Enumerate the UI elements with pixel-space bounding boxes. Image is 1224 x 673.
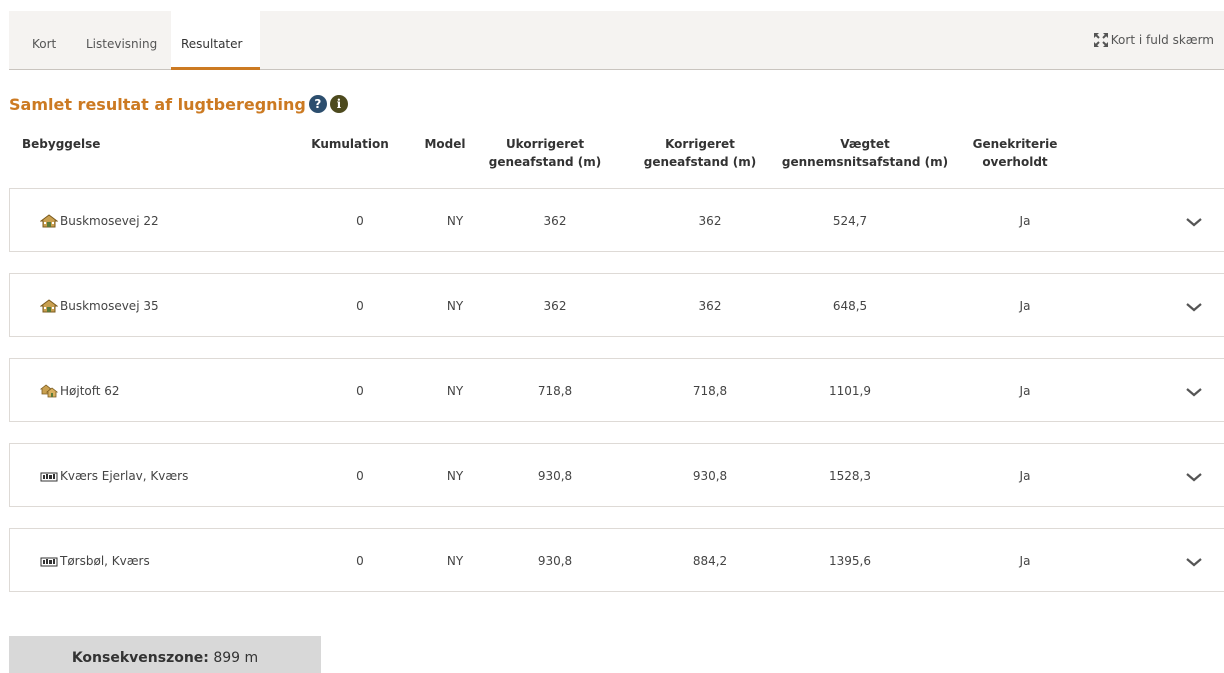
- row-name-cell: Højtoft 62: [40, 383, 120, 399]
- column-header-genekriterie: Genekriterie overholdt: [965, 135, 1065, 171]
- tab-kort[interactable]: Kort: [22, 11, 66, 69]
- table-row[interactable]: Kværs Ejerlav, Kværs 0 NY 930,8 930,8 15…: [9, 443, 1224, 507]
- table-row[interactable]: Tørsbøl, Kværs 0 NY 930,8 884,2 1395,6 J…: [9, 528, 1224, 592]
- expand-icon: [1093, 33, 1108, 47]
- fullscreen-label: Kort i fuld skærm: [1110, 33, 1214, 47]
- row-name-cell: Buskmosevej 22: [40, 213, 159, 229]
- info-icon[interactable]: i: [329, 95, 348, 113]
- column-header-vaegtet: Vægtet gennemsnitsafstand (m): [780, 135, 950, 171]
- row-ukorrigeret: 362: [543, 214, 567, 228]
- row-model: NY: [446, 384, 464, 398]
- row-model: NY: [446, 469, 464, 483]
- column-header-line: Vægtet: [840, 137, 890, 151]
- column-header-line: geneafstand (m): [643, 155, 757, 169]
- konsekvenszone-value: 899 m: [213, 650, 259, 666]
- table-row[interactable]: Buskmosevej 22 0 NY 362 362 524,7 Ja: [9, 188, 1224, 252]
- row-vaegtet: 1528,3: [829, 469, 871, 483]
- table-row[interactable]: Højtoft 62 0 NY 718,8 718,8 1101,9 Ja: [9, 358, 1224, 422]
- page-title-row: Samlet resultat af lugtberegning ? i: [9, 93, 348, 115]
- row-kumulation: 0: [356, 554, 364, 568]
- column-header-bebyggelse: Bebyggelse: [22, 137, 101, 151]
- column-header-line: Korrigeret: [665, 137, 735, 151]
- house-icon: [40, 299, 58, 313]
- row-kumulation: 0: [356, 469, 364, 483]
- chevron-down-icon[interactable]: [1184, 215, 1204, 229]
- row-vaegtet: 648,5: [832, 299, 868, 313]
- row-genekriterie: Ja: [1019, 384, 1031, 398]
- row-name: Højtoft 62: [60, 384, 120, 398]
- column-header-korrigeret: Korrigeret geneafstand (m): [640, 135, 760, 171]
- chevron-down-icon[interactable]: [1184, 385, 1204, 399]
- row-korrigeret: 718,8: [692, 384, 728, 398]
- chevron-down-icon[interactable]: [1184, 300, 1204, 314]
- row-korrigeret: 884,2: [692, 554, 728, 568]
- row-model: NY: [446, 214, 464, 228]
- column-header-line: geneafstand (m): [488, 155, 602, 169]
- chevron-down-icon[interactable]: [1184, 470, 1204, 484]
- tab-resultater[interactable]: Resultater: [171, 11, 260, 70]
- row-name-cell: Buskmosevej 35: [40, 298, 159, 314]
- row-ukorrigeret: 930,8: [537, 469, 573, 483]
- column-header-kumulation: Kumulation: [311, 137, 389, 151]
- row-name: Buskmosevej 35: [60, 299, 159, 313]
- column-header-model: Model: [424, 137, 466, 151]
- table-row[interactable]: Buskmosevej 35 0 NY 362 362 648,5 Ja: [9, 273, 1224, 337]
- row-ukorrigeret: 930,8: [537, 554, 573, 568]
- town-icon: [40, 557, 58, 567]
- row-genekriterie: Ja: [1019, 214, 1031, 228]
- row-ukorrigeret: 718,8: [537, 384, 573, 398]
- konsekvenszone-label: Konsekvenszone:: [71, 650, 209, 666]
- help-icon[interactable]: ?: [308, 95, 327, 113]
- tab-bar: Kort Listevisning Resultater Kort i fuld…: [9, 11, 1224, 70]
- row-kumulation: 0: [356, 384, 364, 398]
- tab-listevisning[interactable]: Listevisning: [76, 11, 167, 69]
- fullscreen-button[interactable]: Kort i fuld skærm: [1093, 33, 1214, 47]
- row-name-cell: Tørsbøl, Kværs: [40, 553, 150, 569]
- row-genekriterie: Ja: [1019, 469, 1031, 483]
- row-genekriterie: Ja: [1019, 299, 1031, 313]
- column-header-line: Genekriterie: [972, 137, 1058, 151]
- house-icon: [40, 214, 58, 228]
- page-title: Samlet resultat af lugtberegning: [9, 94, 306, 114]
- chevron-down-icon[interactable]: [1184, 555, 1204, 569]
- row-model: NY: [446, 299, 464, 313]
- row-vaegtet: 524,7: [832, 214, 868, 228]
- column-header-line: gennemsnitsafstand (m): [781, 155, 949, 169]
- konsekvenszone-box: Konsekvenszone: 899 m: [9, 636, 321, 673]
- houses-icon: [40, 384, 58, 398]
- row-name: Buskmosevej 22: [60, 214, 159, 228]
- row-kumulation: 0: [356, 299, 364, 313]
- row-name: Tørsbøl, Kværs: [60, 554, 150, 568]
- row-vaegtet: 1395,6: [829, 554, 871, 568]
- row-kumulation: 0: [356, 214, 364, 228]
- row-korrigeret: 362: [698, 299, 722, 313]
- row-vaegtet: 1101,9: [829, 384, 871, 398]
- column-header-ukorrigeret: Ukorrigeret geneafstand (m): [485, 135, 605, 171]
- column-header-line: Ukorrigeret: [505, 137, 585, 151]
- row-model: NY: [446, 554, 464, 568]
- row-name-cell: Kværs Ejerlav, Kværs: [40, 468, 188, 484]
- town-icon: [40, 472, 58, 482]
- row-ukorrigeret: 362: [543, 299, 567, 313]
- row-genekriterie: Ja: [1019, 554, 1031, 568]
- column-header-line: overholdt: [982, 155, 1048, 169]
- row-korrigeret: 930,8: [692, 469, 728, 483]
- row-korrigeret: 362: [698, 214, 722, 228]
- row-name: Kværs Ejerlav, Kværs: [60, 469, 189, 483]
